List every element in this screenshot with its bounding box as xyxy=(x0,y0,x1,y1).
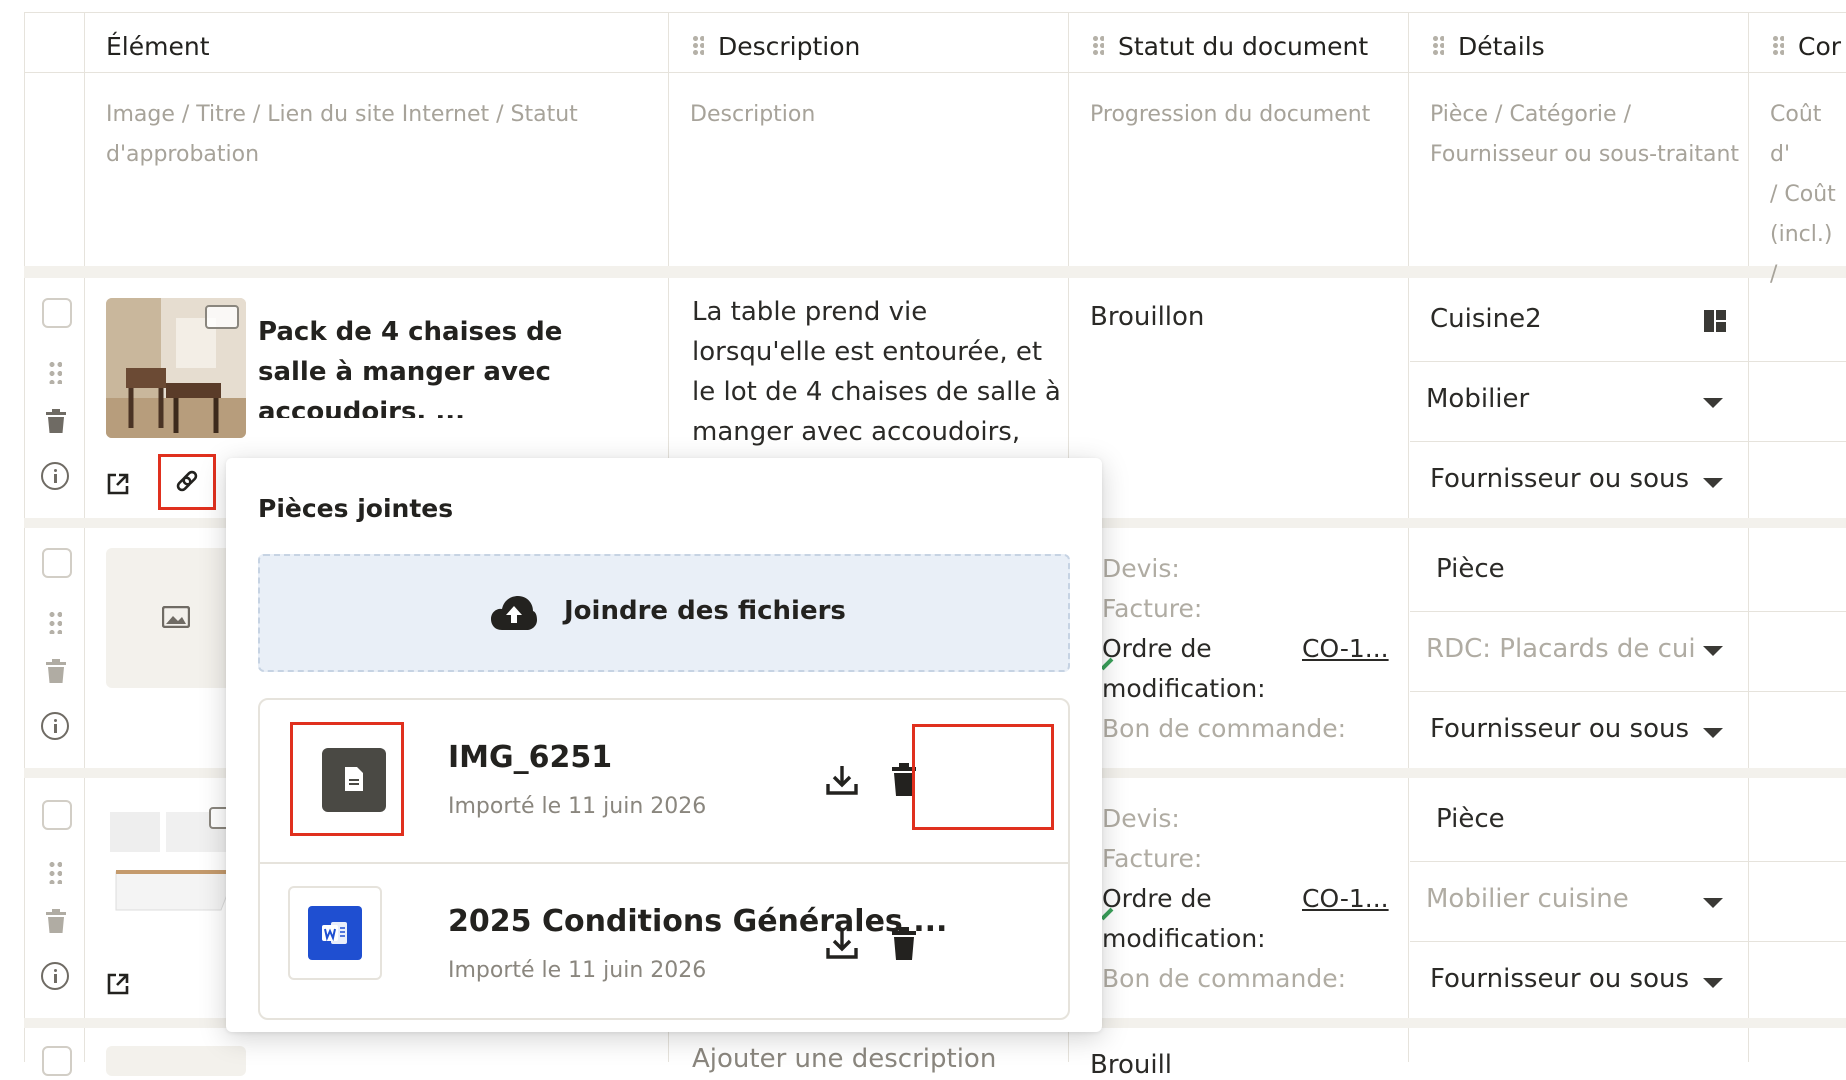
supplier-select[interactable]: Fournisseur ou sous xyxy=(1410,442,1846,522)
chevron-down-icon[interactable] xyxy=(1703,728,1723,738)
drag-handle-icon[interactable] xyxy=(1092,35,1104,57)
doc-invoice: Facture: xyxy=(1102,594,1203,623)
external-link-icon[interactable] xyxy=(106,472,130,496)
highlight-box xyxy=(290,722,404,836)
item-description[interactable]: La table prend vie lorsqu'elle est entou… xyxy=(692,292,1062,452)
column-subheader: Pièce / Catégorie / Fournisseur ou sous-t… xyxy=(1430,102,1740,167)
attachment-item[interactable]: 2025 Conditions Générales ... Importé le… xyxy=(260,862,1068,1018)
row-separator xyxy=(24,266,1846,278)
product-thumbnail[interactable] xyxy=(106,800,246,940)
row-checkbox[interactable] xyxy=(42,1046,72,1076)
image-placeholder[interactable] xyxy=(106,548,246,688)
grid-line xyxy=(24,12,1846,13)
doc-change-order-label: modification: xyxy=(1102,924,1266,953)
drag-handle-icon[interactable] xyxy=(692,35,704,57)
file-preview xyxy=(288,886,382,980)
column-title: Détails xyxy=(1458,32,1545,61)
chevron-down-icon[interactable] xyxy=(1703,898,1723,908)
document-status: Brouillon xyxy=(1090,302,1205,332)
info-icon[interactable] xyxy=(41,712,69,740)
row-checkbox[interactable] xyxy=(42,548,72,578)
column-header-details[interactable]: Détails xyxy=(1432,32,1545,61)
file-name[interactable]: IMG_6251 xyxy=(448,740,612,775)
doc-purchase-order: Bon de commande: xyxy=(1102,964,1347,993)
column-header-element[interactable]: Élément xyxy=(106,32,210,61)
file-name[interactable]: 2025 Conditions Générales ... xyxy=(448,904,947,939)
doc-change-order-label: modification: xyxy=(1102,674,1266,703)
doc-quote: Devis: xyxy=(1102,554,1180,583)
column-subheader: Progression du document xyxy=(1090,102,1371,127)
change-order-link[interactable]: CO-1... xyxy=(1302,884,1389,913)
change-order-link[interactable]: CO-1... xyxy=(1302,634,1389,663)
chairs-image xyxy=(106,298,246,438)
trash-icon[interactable] xyxy=(44,658,68,684)
highlight-box xyxy=(912,724,1054,830)
chevron-down-icon[interactable] xyxy=(1703,398,1723,408)
grid-line xyxy=(24,72,1846,73)
trash-icon[interactable] xyxy=(886,926,922,962)
supplier-select[interactable]: Fournisseur ou sous xyxy=(1410,942,1846,1022)
category-select[interactable]: Mobilier cuisine xyxy=(1410,862,1846,942)
column-subheader: Coût d' / Coût (incl.) / xyxy=(1770,102,1836,287)
external-link-icon[interactable] xyxy=(106,972,130,996)
doc-change-order: Ordre de xyxy=(1102,884,1212,913)
word-icon xyxy=(308,906,362,960)
column-title: Élément xyxy=(106,32,210,61)
chevron-down-icon[interactable] xyxy=(1703,646,1723,656)
doc-invoice: Facture: xyxy=(1102,844,1203,873)
column-header-description[interactable]: Description xyxy=(692,32,860,61)
trash-icon[interactable] xyxy=(44,408,68,434)
doc-quote: Devis: xyxy=(1102,804,1180,833)
trash-icon[interactable] xyxy=(44,908,68,934)
grid-line xyxy=(1408,12,1409,1062)
product-thumbnail[interactable] xyxy=(106,298,246,438)
column-subheader: Description xyxy=(690,102,816,127)
document-status: Brouill xyxy=(1090,1050,1173,1080)
room-layout-icon xyxy=(1704,310,1726,332)
kitchen-image xyxy=(110,807,241,911)
download-icon[interactable] xyxy=(824,926,860,962)
dropzone-label: Joindre des fichiers xyxy=(564,596,846,626)
doc-purchase-order: Bon de commande: xyxy=(1102,714,1347,743)
popover-title: Pièces jointes xyxy=(258,494,454,523)
column-title: Statut du document xyxy=(1118,32,1369,61)
drag-handle-icon[interactable] xyxy=(48,860,62,884)
info-icon[interactable] xyxy=(41,462,69,490)
file-dropzone[interactable]: Joindre des fichiers xyxy=(258,554,1070,672)
room-select[interactable]: Cuisine2 xyxy=(1410,282,1846,362)
file-upload-date: Importé le 11 juin 2026 xyxy=(448,794,707,819)
column-title: Description xyxy=(718,32,861,61)
description-placeholder[interactable]: Ajouter une description xyxy=(692,1044,996,1074)
room-select[interactable]: Pièce xyxy=(1410,782,1846,862)
drag-handle-icon[interactable] xyxy=(1772,35,1784,57)
attachment-icon[interactable] xyxy=(174,468,200,494)
chevron-down-icon[interactable] xyxy=(1703,978,1723,988)
column-header-cost[interactable]: Cor xyxy=(1772,32,1841,61)
supplier-select[interactable]: Fournisseur ou sous xyxy=(1410,692,1846,772)
drag-handle-icon[interactable] xyxy=(48,610,62,634)
column-header-status[interactable]: Statut du document xyxy=(1092,32,1368,61)
file-upload-date: Importé le 11 juin 2026 xyxy=(448,958,707,983)
column-subheader: Image / Titre / Lien du site Internet / … xyxy=(106,102,578,167)
drag-handle-icon[interactable] xyxy=(1432,35,1444,57)
item-title[interactable]: Pack de 4 chaises de salle à manger avec… xyxy=(258,312,638,418)
info-icon[interactable] xyxy=(41,962,69,990)
category-select[interactable]: Mobilier xyxy=(1410,362,1846,442)
doc-change-order: Ordre de xyxy=(1102,634,1212,663)
image-placeholder[interactable] xyxy=(106,1046,246,1076)
image-icon xyxy=(162,606,190,628)
row-checkbox[interactable] xyxy=(42,298,72,328)
cloud-upload-icon xyxy=(491,596,537,630)
grid-line xyxy=(84,12,85,1062)
column-title: Cor xyxy=(1798,32,1842,61)
download-icon[interactable] xyxy=(824,762,860,798)
room-select[interactable]: Pièce xyxy=(1410,532,1846,612)
category-select[interactable]: RDC: Placards de cui xyxy=(1410,612,1846,692)
drag-handle-icon[interactable] xyxy=(48,360,62,384)
row-checkbox[interactable] xyxy=(42,800,72,830)
chevron-down-icon[interactable] xyxy=(1703,478,1723,488)
grid-line xyxy=(24,12,25,1062)
